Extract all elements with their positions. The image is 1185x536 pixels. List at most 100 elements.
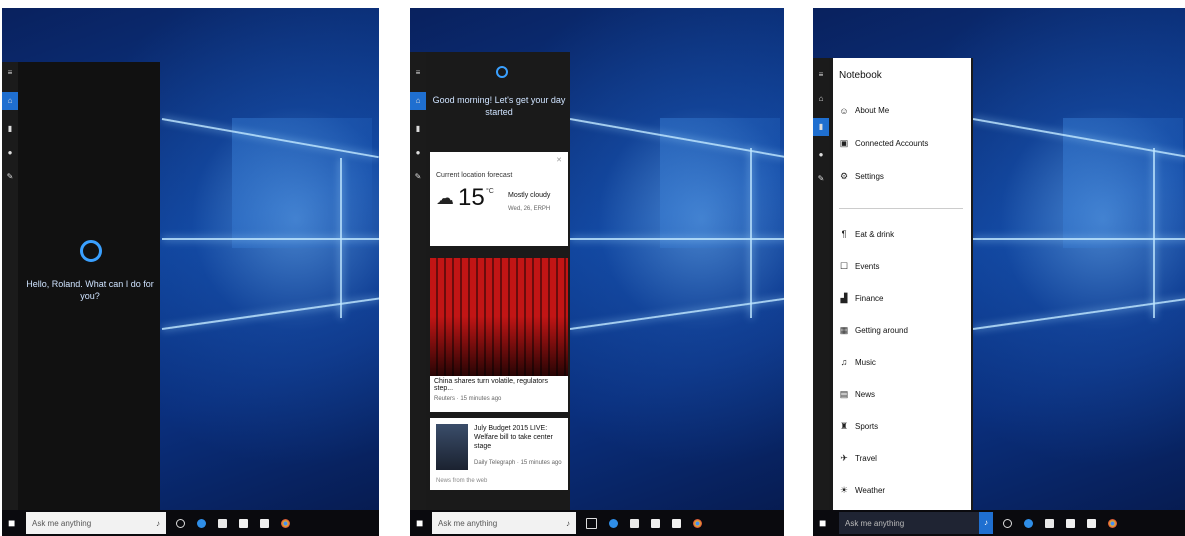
home-icon[interactable]: ⌂ xyxy=(2,92,18,110)
cortana-panel: ≡ ⌂ ▮ ● ✎ Notebook ☺ About Me ▣ Connected A… xyxy=(813,58,973,510)
notebook-title: Notebook xyxy=(839,70,882,81)
mic-icon[interactable]: ♪ xyxy=(566,519,570,528)
notebook-item-label: Finance xyxy=(855,293,884,303)
weather-condition: Mostly cloudy xyxy=(508,192,551,199)
notebook-item-news[interactable]: ▤ News xyxy=(833,378,971,410)
edge-icon[interactable] xyxy=(609,518,618,528)
search-box[interactable]: Ask me anything xyxy=(839,512,979,534)
news-source: Daily Telegraph · 15 minutes ago xyxy=(474,460,562,466)
notebook-item-label: Weather xyxy=(855,485,886,495)
store-icon[interactable] xyxy=(651,518,660,528)
task-view-icon[interactable] xyxy=(586,517,597,529)
chrome-icon[interactable] xyxy=(693,518,702,528)
menu-icon[interactable]: ≡ xyxy=(816,70,826,80)
feedback-icon[interactable]: ✎ xyxy=(816,174,826,184)
chrome-icon[interactable] xyxy=(281,518,290,528)
notebook-item-label: Travel xyxy=(855,453,877,463)
weather-header: Current location forecast xyxy=(436,172,513,179)
start-icon[interactable]: ■ xyxy=(8,516,22,530)
task-view-icon[interactable] xyxy=(176,518,185,528)
mic-icon[interactable]: ♪ xyxy=(156,519,160,528)
taskbar: ■ Ask me anything ♪ xyxy=(410,510,784,536)
music-icon: ♫ xyxy=(840,357,848,367)
cortana-panel: ≡ ⌂ ▮ ● ✎ Good morning! Let's get your d… xyxy=(410,52,570,510)
news-card-1[interactable]: China shares turn volatile, regulators s… xyxy=(430,258,568,412)
location-icon[interactable]: ● xyxy=(413,148,423,158)
events-icon: ☐ xyxy=(839,260,849,271)
food-icon: ¶ xyxy=(841,229,847,239)
search-box[interactable]: Ask me anything ♪ xyxy=(432,512,576,534)
feedback-icon[interactable]: ✎ xyxy=(5,172,15,182)
notebook-item-travel[interactable]: ✈ Travel xyxy=(833,442,971,474)
menu-icon[interactable]: ≡ xyxy=(413,68,423,78)
news-footer: News from the web xyxy=(436,478,488,484)
store-icon[interactable] xyxy=(239,518,248,528)
notebook-item-label: Sports xyxy=(855,421,879,431)
notebook-item-music[interactable]: ♫ Music xyxy=(833,346,971,378)
home-icon[interactable]: ⌂ xyxy=(410,92,426,110)
person-icon: ☺ xyxy=(839,105,849,116)
screenshot-cortana-notebook: ≡ ⌂ ▮ ● ✎ Notebook ☺ About Me ▣ Connected A… xyxy=(813,8,1185,536)
weather-card[interactable]: Current location forecast ✕ ☁ 15 °C Most… xyxy=(430,152,568,246)
car-icon: ▦ xyxy=(839,324,849,335)
notebook-item-weather[interactable]: ☀ Weather xyxy=(833,474,971,506)
chrome-icon[interactable] xyxy=(1108,518,1117,528)
taskbar: ■ Ask me anything ♪ xyxy=(2,510,379,536)
divider xyxy=(839,208,963,209)
notebook-item-settings[interactable]: ⚙ Settings xyxy=(833,160,971,193)
search-box[interactable]: Ask me anything ♪ xyxy=(26,512,166,534)
notebook-item-eat-drink[interactable]: ¶ Eat & drink xyxy=(833,218,971,250)
notebook-item-label: Eat & drink xyxy=(855,229,895,239)
mail-icon[interactable] xyxy=(260,518,269,528)
start-icon[interactable]: ■ xyxy=(819,516,833,530)
home-icon[interactable]: ⌂ xyxy=(816,94,826,104)
notebook-item-label: Events xyxy=(855,261,880,271)
taskbar: ■ Ask me anything ♪ xyxy=(813,510,1185,536)
location-icon[interactable]: ● xyxy=(5,148,15,158)
news-headline: July Budget 2015 LIVE: Welfare bill to t… xyxy=(474,425,553,450)
temperature: 15 xyxy=(458,184,485,211)
notebook-item-label: Connected Accounts xyxy=(855,139,929,148)
notebook-item-connected-accounts[interactable]: ▣ Connected Accounts xyxy=(833,127,971,160)
store-icon[interactable] xyxy=(1066,518,1075,528)
cortana-logo-icon xyxy=(80,240,102,262)
screenshot-cortana-feed: ≡ ⌂ ▮ ● ✎ Good morning! Let's get your d… xyxy=(410,8,784,536)
location-icon[interactable]: ● xyxy=(816,150,826,160)
mail-icon[interactable] xyxy=(672,518,681,528)
search-placeholder: Ask me anything xyxy=(845,518,905,528)
notebook-item-about-me[interactable]: ☺ About Me xyxy=(833,94,971,127)
notebook-item-sports[interactable]: ♜ Sports xyxy=(833,410,971,442)
notebook-icon[interactable]: ▮ xyxy=(413,124,423,134)
file-explorer-icon[interactable] xyxy=(1045,518,1054,528)
cortana-greeting: Good morning! Let's get your day started xyxy=(432,95,566,117)
news-thumbnail xyxy=(436,424,468,470)
notebook-item-label: Getting around xyxy=(855,325,908,335)
notebook-item-getting-around[interactable]: ▦ Getting around xyxy=(833,314,971,346)
start-icon[interactable]: ■ xyxy=(416,516,430,530)
finance-icon: ▟ xyxy=(840,292,848,303)
file-explorer-icon[interactable] xyxy=(630,518,639,528)
edge-icon[interactable] xyxy=(1024,518,1033,528)
notebook-item-label: Music xyxy=(855,357,876,367)
travel-icon: ✈ xyxy=(840,452,848,463)
mic-icon[interactable]: ♪ xyxy=(979,512,993,534)
file-explorer-icon[interactable] xyxy=(218,518,227,528)
edge-icon[interactable] xyxy=(197,518,206,528)
task-view-icon[interactable] xyxy=(1003,518,1012,528)
feedback-icon[interactable]: ✎ xyxy=(413,172,423,182)
notebook-item-label: Settings xyxy=(855,172,884,181)
menu-icon[interactable]: ≡ xyxy=(5,68,15,78)
search-placeholder: Ask me anything xyxy=(438,518,498,528)
settings-icon: ⚙ xyxy=(839,171,849,181)
accounts-icon: ▣ xyxy=(839,138,849,148)
notebook-item-label: News xyxy=(855,389,876,399)
news-source: Reuters · 15 minutes ago xyxy=(434,396,502,402)
cortana-logo-icon xyxy=(496,66,508,78)
close-icon[interactable]: ✕ xyxy=(556,156,562,164)
mail-icon[interactable] xyxy=(1087,518,1096,528)
notebook-icon[interactable]: ▮ xyxy=(5,124,15,134)
news-card-2[interactable]: July Budget 2015 LIVE: Welfare bill to t… xyxy=(430,418,568,490)
notebook-item-finance[interactable]: ▟ Finance xyxy=(833,282,971,314)
notebook-icon[interactable]: ▮ xyxy=(813,118,829,136)
notebook-item-events[interactable]: ☐ Events xyxy=(833,250,971,282)
